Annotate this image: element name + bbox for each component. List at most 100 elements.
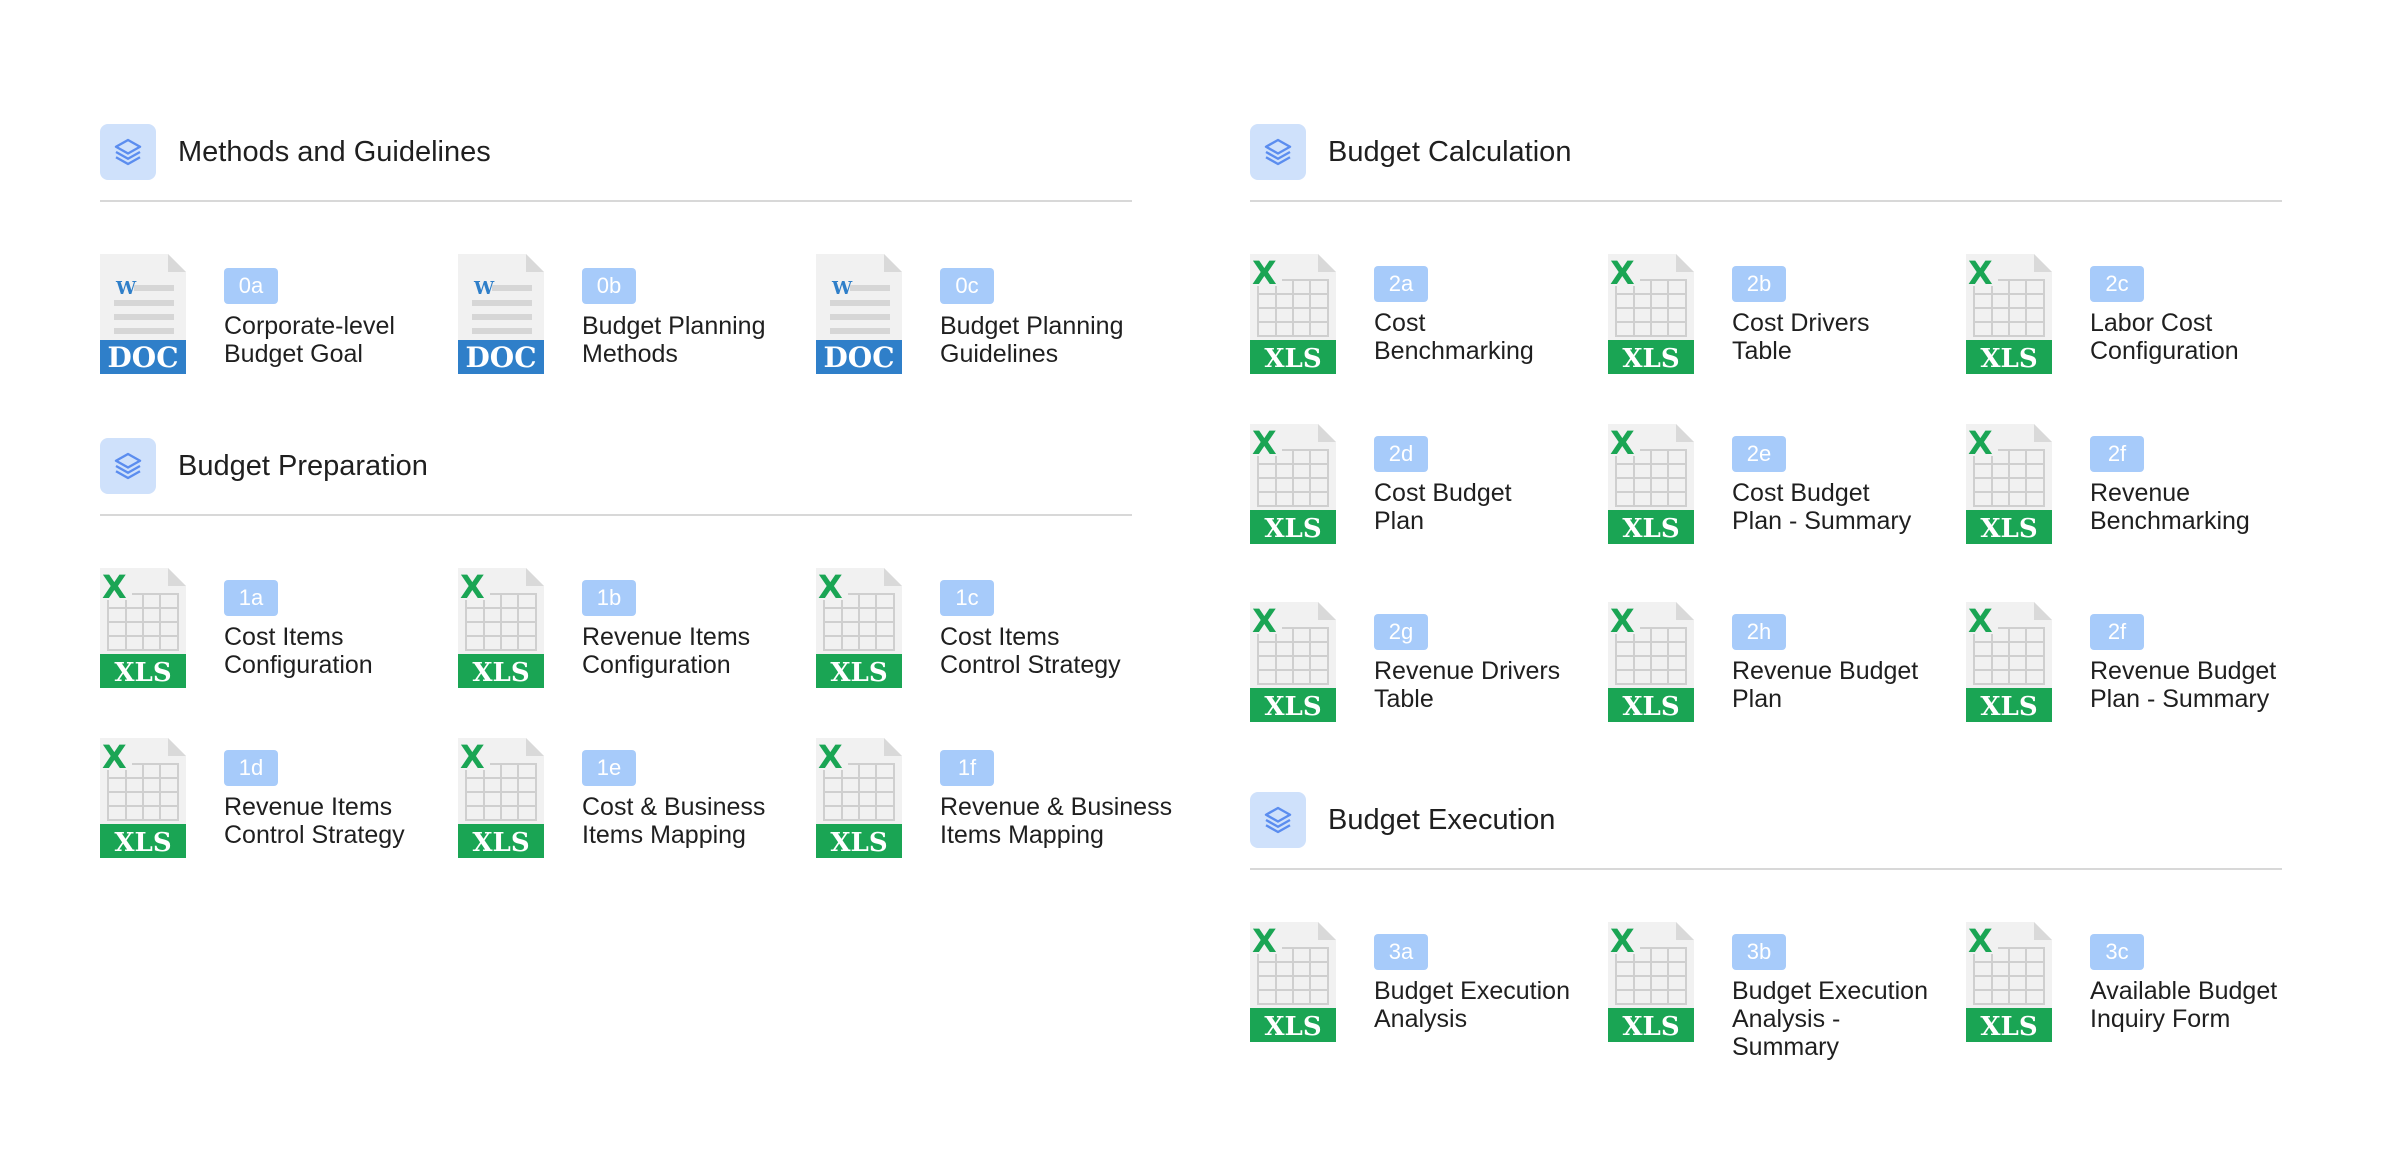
- excel-xls-file-icon: X XLS: [1966, 602, 2052, 722]
- svg-text:DOC: DOC: [824, 341, 895, 374]
- file-item-2h[interactable]: X XLS 2h Revenue Budget Plan: [1608, 602, 1958, 732]
- file-label[interactable]: Cost Drivers Table: [1732, 309, 1972, 365]
- file-label[interactable]: Revenue Items Control Strategy: [224, 793, 464, 849]
- file-item-0b[interactable]: W DOC 0b Budget Planning Methods: [458, 254, 808, 384]
- file-label[interactable]: Cost Items Control Strategy: [940, 623, 1180, 679]
- section-methods-and-guidelines: Methods and Guidelines W DOC 0a Corporate…: [100, 122, 1132, 374]
- file-code-badge: 3c: [2090, 934, 2144, 970]
- section-title: Methods and Guidelines: [178, 135, 491, 168]
- file-item-1b[interactable]: X XLS 1b Revenue Items Configuration: [458, 568, 808, 698]
- file-label[interactable]: Budget Execution Analysis: [1374, 977, 1614, 1033]
- svg-text:XLS: XLS: [1622, 344, 1679, 374]
- file-code-badge: 0c: [940, 268, 994, 304]
- file-item-1c[interactable]: X XLS 1c Cost Items Control Strategy: [816, 568, 1166, 698]
- file-label[interactable]: Revenue Benchmarking: [2090, 479, 2330, 535]
- svg-text:XLS: XLS: [830, 658, 887, 688]
- file-code-badge: 2f: [2090, 436, 2144, 472]
- svg-text:XLS: XLS: [1622, 1012, 1679, 1042]
- file-label[interactable]: Cost Budget Plan - Summary: [1732, 479, 1972, 535]
- svg-text:X: X: [818, 568, 843, 606]
- svg-text:X: X: [1252, 922, 1277, 960]
- section-title: Budget Calculation: [1328, 135, 1572, 168]
- file-code-badge: 3b: [1732, 934, 1786, 970]
- svg-text:XLS: XLS: [1622, 514, 1679, 544]
- file-item-1d[interactable]: X XLS 1d Revenue Items Control Strategy: [100, 738, 450, 868]
- excel-xls-file-icon: X XLS: [1966, 922, 2052, 1042]
- word-doc-file-icon: W DOC: [816, 254, 902, 374]
- file-item-3a[interactable]: X XLS 3a Budget Execution Analysis: [1250, 922, 1600, 1052]
- file-code-badge: 0b: [582, 268, 636, 304]
- excel-xls-file-icon: X XLS: [458, 568, 544, 688]
- svg-text:DOC: DOC: [108, 341, 179, 374]
- file-item-3b[interactable]: X XLS 3b Budget Execution Analysis - Summ…: [1608, 922, 1958, 1061]
- file-label[interactable]: Budget Planning Methods: [582, 312, 822, 368]
- file-item-2b[interactable]: X XLS 2b Cost Drivers Table: [1608, 254, 1958, 384]
- section-title: Budget Preparation: [178, 449, 428, 482]
- file-item-2g[interactable]: X XLS 2g Revenue Drivers Table: [1250, 602, 1600, 732]
- file-code-badge: 2a: [1374, 266, 1428, 302]
- file-code-badge: 1b: [582, 580, 636, 616]
- file-item-0a[interactable]: W DOC 0a Corporate-level Budget Goal: [100, 254, 450, 384]
- excel-xls-file-icon: X XLS: [1250, 602, 1336, 722]
- file-item-2c[interactable]: X XLS 2c Labor Cost Configuration: [1966, 254, 2316, 384]
- excel-xls-file-icon: X XLS: [1966, 254, 2052, 374]
- file-item-1e[interactable]: X XLS 1e Cost & Business Items Mapping: [458, 738, 808, 868]
- file-label[interactable]: Corporate-level Budget Goal: [224, 312, 464, 368]
- file-item-1a[interactable]: X XLS 1a Cost Items Configuration: [100, 568, 450, 698]
- svg-text:XLS: XLS: [1622, 692, 1679, 722]
- file-code-badge: 2c: [2090, 266, 2144, 302]
- file-label[interactable]: Revenue Budget Plan: [1732, 657, 1972, 713]
- section-header: Budget Calculation: [1250, 122, 2282, 182]
- layers-icon: [100, 438, 156, 494]
- layers-icon: [1250, 124, 1306, 180]
- svg-text:W: W: [473, 278, 495, 299]
- svg-text:X: X: [1968, 254, 1993, 292]
- svg-text:X: X: [1252, 254, 1277, 292]
- file-label[interactable]: Cost Budget Plan: [1374, 479, 1614, 535]
- excel-xls-file-icon: X XLS: [816, 738, 902, 858]
- svg-text:X: X: [102, 738, 127, 776]
- file-label[interactable]: Budget Planning Guidelines: [940, 312, 1180, 368]
- file-item-2a[interactable]: X XLS 2a Cost Benchmarking: [1250, 254, 1600, 384]
- file-item-2d[interactable]: X XLS 2d Cost Budget Plan: [1250, 424, 1600, 554]
- file-code-badge: 1d: [224, 750, 278, 786]
- file-code-badge: 1c: [940, 580, 994, 616]
- file-label[interactable]: Cost Items Configuration: [224, 623, 464, 679]
- svg-text:X: X: [460, 568, 485, 606]
- file-item-2f[interactable]: X XLS 2f Revenue Benchmarking: [1966, 424, 2316, 554]
- word-doc-file-icon: W DOC: [458, 254, 544, 374]
- svg-text:XLS: XLS: [114, 828, 171, 858]
- file-label[interactable]: Cost Benchmarking: [1374, 309, 1614, 365]
- file-label[interactable]: Cost & Business Items Mapping: [582, 793, 822, 849]
- layers-icon: [1250, 792, 1306, 848]
- file-label[interactable]: Revenue & Business Items Mapping: [940, 793, 1190, 849]
- excel-xls-file-icon: X XLS: [100, 738, 186, 858]
- word-doc-file-icon: W DOC: [100, 254, 186, 374]
- file-label[interactable]: Budget Execution Analysis - Summary: [1732, 977, 1972, 1061]
- excel-xls-file-icon: X XLS: [1966, 424, 2052, 544]
- file-item-3c[interactable]: X XLS 3c Available Budget Inquiry Form: [1966, 922, 2316, 1052]
- file-code-badge: 1f: [940, 750, 994, 786]
- file-label[interactable]: Labor Cost Configuration: [2090, 309, 2330, 365]
- file-item-0c[interactable]: W DOC 0c Budget Planning Guidelines: [816, 254, 1166, 384]
- excel-xls-file-icon: X XLS: [1608, 922, 1694, 1042]
- section-header: Budget Execution: [1250, 790, 2282, 850]
- file-label[interactable]: Revenue Drivers Table: [1374, 657, 1614, 713]
- file-label[interactable]: Revenue Budget Plan - Summary: [2090, 657, 2330, 713]
- file-label[interactable]: Revenue Items Configuration: [582, 623, 822, 679]
- section-divider: [1250, 200, 2282, 202]
- excel-xls-file-icon: X XLS: [1250, 424, 1336, 544]
- file-item-1f[interactable]: X XLS 1f Revenue & Business Items Mapping: [816, 738, 1172, 868]
- section-divider: [1250, 868, 2282, 870]
- svg-text:W: W: [831, 278, 853, 299]
- svg-text:XLS: XLS: [472, 658, 529, 688]
- file-item-2f-summary[interactable]: X XLS 2f Revenue Budget Plan - Summary: [1966, 602, 2316, 732]
- svg-text:XLS: XLS: [1264, 692, 1321, 722]
- file-label[interactable]: Available Budget Inquiry Form: [2090, 977, 2330, 1033]
- section-budget-calculation: Budget Calculation X XLS 2a Cost Benchmar…: [1250, 122, 2282, 722]
- svg-text:X: X: [1968, 424, 1993, 462]
- file-item-2e[interactable]: X XLS 2e Cost Budget Plan - Summary: [1608, 424, 1958, 554]
- svg-text:XLS: XLS: [472, 828, 529, 858]
- section-budget-preparation: Budget Preparation X XLS 1a Cost Items Co…: [100, 436, 1172, 858]
- svg-text:X: X: [1610, 922, 1635, 960]
